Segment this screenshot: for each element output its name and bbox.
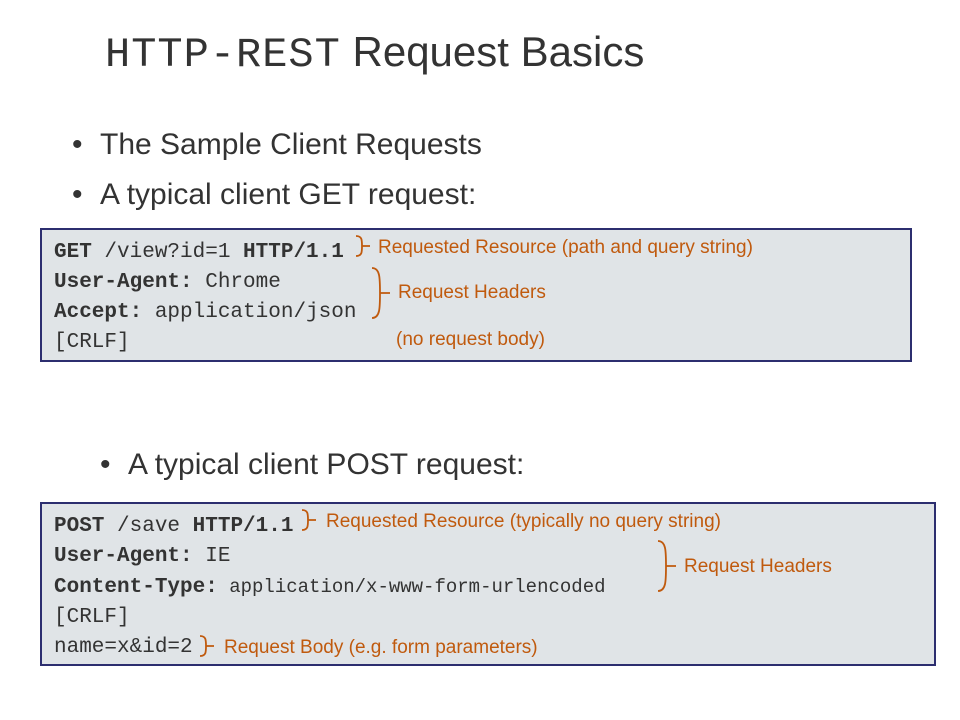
get-path: /view?id=1	[92, 241, 231, 264]
post-ua-val: IE	[193, 545, 231, 568]
post-version: HTTP/1.1	[180, 515, 293, 538]
get-headers-bracket-icon	[372, 268, 394, 318]
post-body-text: name=x&id=2	[54, 636, 193, 659]
post-line-4: [CRLF]	[54, 603, 922, 633]
get-method: GET	[54, 241, 92, 264]
get-version: HTTP/1.1	[230, 241, 343, 264]
get-accept-val: application/json	[142, 301, 356, 324]
post-resource-annotation: Requested Resource (typically no query s…	[326, 511, 721, 533]
post-headers-annotation: Request Headers	[684, 556, 832, 578]
slide: HTTP-REST Request Basics The Sample Clie…	[0, 0, 960, 720]
post-ct-val: application/x-www-form-urlencoded	[218, 576, 606, 598]
post-headers-bracket-icon	[658, 541, 680, 591]
post-path: /save	[104, 515, 180, 538]
get-accept-key: Accept:	[54, 301, 142, 324]
post-ct-key: Content-Type:	[54, 576, 218, 599]
slide-title: HTTP-REST Request Basics	[105, 28, 644, 79]
get-crlf: [CRLF]	[54, 331, 130, 354]
bullet-1: The Sample Client Requests	[100, 128, 482, 162]
post-resource-bracket-icon	[302, 510, 322, 530]
get-ua-val: Chrome	[193, 271, 281, 294]
bullet-2: A typical client GET request:	[100, 178, 476, 212]
get-resource-bracket-icon	[356, 236, 376, 256]
post-crlf: [CRLF]	[54, 606, 130, 629]
post-body-bracket-icon	[200, 636, 220, 656]
post-body-annotation: Request Body (e.g. form parameters)	[224, 637, 538, 659]
get-resource-annotation: Requested Resource (path and query strin…	[378, 237, 753, 259]
post-method: POST	[54, 515, 104, 538]
bullet-3: A typical client POST request:	[128, 448, 524, 482]
get-headers-annotation: Request Headers	[398, 282, 546, 304]
get-nobody-annotation: (no request body)	[396, 329, 545, 351]
title-mono: HTTP-REST	[105, 31, 341, 79]
post-ua-key: User-Agent:	[54, 545, 193, 568]
get-ua-key: User-Agent:	[54, 271, 193, 294]
title-rest: Request Basics	[341, 28, 644, 75]
